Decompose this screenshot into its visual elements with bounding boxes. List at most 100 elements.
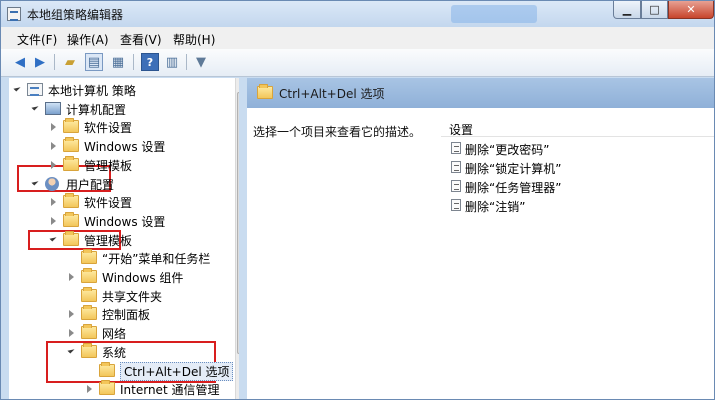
policy-setting-icon [451, 199, 461, 211]
menu-help[interactable]: 帮助(H) [173, 31, 215, 48]
filter-icon[interactable]: ▼ [192, 53, 210, 71]
folder-icon [81, 268, 97, 283]
tree-node[interactable]: Ctrl+Alt+Del 选项 [85, 361, 239, 381]
gpedit-app-icon [7, 7, 21, 21]
tree-node-label: 本地计算机 策略 [48, 84, 136, 98]
tree-node-label: 计算机配置 [66, 102, 127, 117]
tree-node[interactable]: 软件设置 [49, 193, 239, 211]
collapsed-arrow-icon[interactable] [51, 216, 56, 225]
details-header: Ctrl+Alt+Del 选项 [247, 78, 714, 108]
title-bar[interactable]: 本地组策略编辑器 ▁ □ ✕ [1, 1, 714, 27]
tree-node-label: 管理模板 [84, 233, 133, 248]
tree-node-label: 软件设置 [84, 121, 133, 136]
tree-node-label: 软件设置 [84, 196, 133, 211]
menu-action[interactable]: 操作(A) [67, 31, 109, 48]
expanded-arrow-icon[interactable] [31, 177, 39, 186]
folder-icon [81, 305, 97, 321]
expanded-arrow-icon[interactable] [31, 103, 39, 111]
tree-node[interactable]: 管理模板 [49, 230, 239, 249]
tree-node-label: 共享文件夹 [102, 289, 163, 304]
toolbar: ◀ ▶ ▰ ▤ ▦ ? ▥ ▼ [1, 49, 714, 77]
setting-label: 删除“更改密码” [465, 143, 550, 157]
pane-splitter[interactable] [239, 78, 247, 399]
setting-label: 删除“注销” [465, 200, 526, 214]
computer-icon [45, 101, 61, 115]
menu-view[interactable]: 查看(V) [120, 31, 162, 48]
tree-node-label: 管理模板 [84, 158, 133, 173]
tree-node-label: 控制面板 [102, 308, 151, 323]
menu-file[interactable]: 文件(F) [17, 31, 57, 48]
policy-icon [27, 83, 43, 96]
tree-node[interactable]: 网络 [67, 324, 239, 342]
tree-node[interactable]: 控制面板 [67, 305, 239, 323]
minimize-button[interactable]: ▁ [613, 1, 641, 19]
toolbar-separator [54, 54, 55, 70]
title-bar-highlight [451, 5, 537, 23]
folder-icon [99, 380, 115, 396]
close-button[interactable]: ✕ [668, 1, 714, 19]
tree-node[interactable]: 系统 [67, 342, 239, 361]
tree-node[interactable]: Windows 设置 [49, 137, 239, 155]
maximize-button[interactable]: □ [641, 1, 668, 19]
policy-setting-icon [451, 161, 461, 173]
tree-node[interactable]: 用户配置 [31, 175, 231, 193]
folder-icon [63, 137, 79, 153]
settings-column-header[interactable]: 设置 [441, 116, 714, 137]
tree-node[interactable]: “开始”菜单和任务栏 [67, 249, 239, 267]
tree-node[interactable]: Windows 组件 [67, 268, 239, 286]
menu-bar: 文件(F) 操作(A) 查看(V) 帮助(H) [1, 27, 714, 50]
tree-pane[interactable]: 本地计算机 策略 计算机配置 软件设置 Windows 设置 管理模板 用户配置 软件设置 W… [9, 78, 239, 399]
toolbar-separator [186, 54, 187, 70]
help-icon[interactable]: ? [141, 53, 159, 71]
tree-node-label: Windows 设置 [84, 140, 166, 155]
tree-node-label: 网络 [102, 327, 127, 342]
user-icon [45, 176, 59, 191]
minimize-icon: ▁ [622, 3, 632, 16]
folder-icon [63, 230, 79, 246]
gpedit-window: 本地组策略编辑器 ▁ □ ✕ 文件(F) 操作(A) 查看(V) 帮助(H) ◀… [0, 0, 715, 400]
forward-arrow-icon[interactable]: ▶ [31, 53, 49, 71]
collapsed-arrow-icon[interactable] [87, 385, 92, 394]
collapsed-arrow-icon[interactable] [51, 160, 56, 169]
back-arrow-icon[interactable]: ◀ [11, 53, 29, 71]
tree-node[interactable]: Internet 通信管理 [85, 380, 239, 398]
up-folder-icon[interactable]: ▰ [61, 53, 79, 71]
description-text: 选择一个项目来查看它的描述。 [253, 125, 422, 139]
expanded-arrow-icon[interactable] [49, 234, 57, 242]
properties-icon[interactable]: ▥ [163, 53, 181, 71]
collapsed-arrow-icon[interactable] [51, 198, 56, 207]
folder-icon [81, 342, 97, 358]
folder-icon [63, 118, 79, 134]
tree-node[interactable]: 计算机配置 [31, 100, 231, 118]
folder-icon [63, 211, 79, 227]
tree-node[interactable]: 共享文件夹 [67, 286, 239, 305]
policy-setting-icon [451, 180, 461, 192]
expanded-arrow-icon[interactable] [13, 84, 21, 92]
folder-icon [81, 324, 97, 340]
folder-icon [81, 249, 97, 265]
view-list-icon[interactable]: ▦ [109, 53, 127, 71]
policy-setting-icon [451, 142, 461, 154]
tree-node-label: 用户配置 [66, 177, 115, 192]
tree-node-label: Windows 组件 [102, 271, 184, 285]
window-title: 本地组策略编辑器 [27, 8, 124, 22]
settings-column-label: 设置 [449, 123, 474, 137]
show-hide-tree-icon[interactable]: ▤ [85, 53, 103, 71]
folder-icon [257, 84, 273, 99]
details-title: Ctrl+Alt+Del 选项 [279, 87, 385, 101]
tree-node[interactable]: Windows 设置 [49, 211, 239, 230]
expanded-arrow-icon[interactable] [67, 346, 75, 354]
toolbar-separator [133, 54, 134, 70]
collapsed-arrow-icon[interactable] [51, 123, 56, 132]
details-pane: Ctrl+Alt+Del 选项 选择一个项目来查看它的描述。 设置 删除“更改密… [247, 78, 714, 399]
tree-node[interactable]: 管理模板 [49, 155, 239, 174]
collapsed-arrow-icon[interactable] [69, 329, 74, 338]
tree-node[interactable]: 本地计算机 策略 [13, 81, 213, 99]
tree-node-label: “开始”菜单和任务栏 [102, 252, 211, 267]
setting-label: 删除“锁定计算机” [465, 162, 562, 176]
collapsed-arrow-icon[interactable] [69, 273, 74, 281]
tree-node[interactable]: 软件设置 [49, 118, 239, 136]
collapsed-arrow-icon[interactable] [51, 142, 56, 151]
collapsed-arrow-icon[interactable] [69, 310, 74, 319]
setting-label: 删除“任务管理器” [465, 181, 562, 195]
